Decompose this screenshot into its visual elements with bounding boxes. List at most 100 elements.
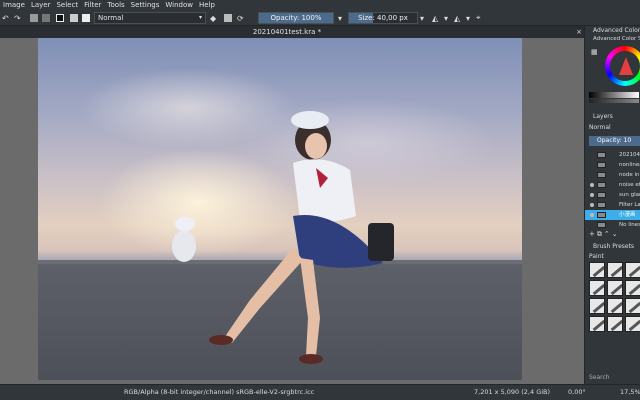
eye-icon[interactable]	[590, 193, 594, 197]
brush-preset-icon[interactable]	[82, 12, 90, 24]
blend-mode-select[interactable]: Normal ▾	[94, 12, 206, 24]
mirror-chevron-icon[interactable]: ▾	[444, 12, 448, 24]
layer-name: nonlinear	[619, 162, 640, 168]
redo-icon[interactable]: ↷	[14, 12, 21, 24]
opacity-chevron-icon[interactable]: ▾	[338, 12, 342, 24]
add-layer-icon[interactable]: +	[589, 230, 597, 238]
brush-preset[interactable]	[625, 280, 640, 296]
eraser-icon[interactable]: ◆	[210, 12, 216, 24]
layer-row-active[interactable]: 小漫画	[585, 210, 640, 220]
layers-panel: Layers Normal Opacity: 10 20210401 nonli…	[585, 112, 640, 242]
shoe-right	[299, 354, 323, 364]
brush-preset[interactable]	[607, 280, 623, 296]
color-space-info: RGB/Alpha (8-bit integer/channel) sRGB-e…	[124, 388, 315, 396]
layer-thumbnail	[597, 172, 606, 178]
artwork-canvas[interactable]	[38, 38, 522, 380]
menu-layer[interactable]: Layer	[28, 0, 54, 10]
layer-row[interactable]: 20210401	[585, 150, 640, 160]
girl-leg-right	[300, 258, 320, 356]
zoom-level[interactable]: 17,5%	[620, 385, 640, 400]
brush-preset[interactable]	[589, 298, 605, 314]
document-tab[interactable]: 20210401test.kra *	[0, 26, 574, 38]
brush-preset[interactable]	[607, 262, 623, 278]
move-up-icon[interactable]: ⌃	[604, 230, 612, 238]
layer-name: 小漫画	[619, 212, 636, 218]
canvas-area[interactable]	[0, 38, 584, 384]
shoe-left	[209, 335, 233, 345]
color-swap-icon[interactable]	[56, 12, 64, 24]
layers-panel-title: Layers	[593, 113, 613, 120]
mirror-vertical-icon[interactable]: ◭	[454, 12, 460, 24]
brush-grid	[589, 262, 640, 332]
menu-help[interactable]: Help	[196, 0, 218, 10]
color-wheel[interactable]	[605, 46, 640, 86]
layer-opacity-slider[interactable]: Opacity: 10	[589, 136, 640, 146]
girl-illustration	[172, 111, 394, 364]
layer-row[interactable]: sun glare	[585, 190, 640, 200]
brush-preset[interactable]	[625, 316, 640, 332]
layer-name: Filter Lay	[619, 202, 640, 208]
menu-tools[interactable]: Tools	[104, 0, 127, 10]
move-down-icon[interactable]: ⌄	[612, 230, 620, 238]
layer-row[interactable]: No lines	[585, 220, 640, 230]
brush-preset[interactable]	[589, 262, 605, 278]
brush-tag-select[interactable]: Paint	[589, 253, 604, 260]
gradient-swatch-icon[interactable]	[30, 12, 38, 24]
dog-hat	[175, 217, 195, 231]
eye-icon[interactable]	[590, 213, 594, 217]
layer-row[interactable]: noise eff	[585, 180, 640, 190]
layer-row[interactable]: nonlinear	[585, 160, 640, 170]
layer-name: sun glare	[619, 192, 640, 198]
reset-icon[interactable]: ⟳	[237, 12, 244, 24]
rotation-value[interactable]: 0,00°	[568, 385, 586, 400]
layer-thumbnail	[597, 162, 606, 168]
layer-thumbnail	[597, 222, 606, 228]
layer-thumbnail	[597, 152, 606, 158]
layer-row[interactable]: Filter Lay	[585, 200, 640, 210]
layer-toolbar: +⧉⌃⌄	[589, 230, 620, 239]
mirror-vertical-chevron-icon[interactable]: ▾	[466, 12, 470, 24]
tool-options-bar: ↶ ↷ Normal ▾ ◆ ⟳ Opacity: 100% ▾ Size: 4…	[0, 10, 640, 26]
undo-icon[interactable]: ↶	[2, 12, 9, 24]
brush-settings-icon[interactable]	[70, 12, 78, 24]
size-slider[interactable]: Size: 40,00 px	[348, 12, 418, 24]
wrap-around-icon[interactable]: ⌖	[476, 12, 481, 24]
menu-filter[interactable]: Filter	[81, 0, 104, 10]
copy-layer-icon[interactable]: ⧉	[597, 230, 604, 238]
image-dimensions: 7,201 x 5,090 (2,4 GiB)	[474, 388, 551, 396]
brush-preset[interactable]	[607, 298, 623, 314]
menu-select[interactable]: Select	[53, 0, 81, 10]
menu-settings[interactable]: Settings	[128, 0, 163, 10]
color-triangle[interactable]	[619, 57, 633, 75]
pattern-swatch-icon[interactable]	[42, 12, 50, 24]
size-chevron-icon[interactable]: ▾	[420, 12, 424, 24]
dog-body	[172, 230, 196, 262]
layer-thumbnail	[597, 212, 606, 218]
layer-thumbnail	[597, 192, 606, 198]
brush-preset[interactable]	[607, 316, 623, 332]
eye-icon[interactable]	[590, 203, 594, 207]
color-wheel-center	[610, 51, 640, 81]
mirror-horizontal-icon[interactable]: ◭	[432, 12, 438, 24]
document-tab-bar: 20210401test.kra * ×	[0, 26, 584, 38]
brush-preset[interactable]	[589, 280, 605, 296]
preserve-alpha-icon[interactable]	[224, 12, 232, 24]
color-settings-icon[interactable]: ▦	[591, 48, 598, 56]
opacity-slider[interactable]: Opacity: 100%	[258, 12, 334, 24]
menu-image[interactable]: Image	[0, 0, 28, 10]
brush-preset[interactable]	[589, 316, 605, 332]
brush-preset[interactable]	[625, 262, 640, 278]
gray-scale-bar[interactable]	[589, 92, 639, 98]
menu-window[interactable]: Window	[162, 0, 196, 10]
sailor-hat	[291, 111, 329, 129]
eye-icon[interactable]	[590, 183, 594, 187]
layer-row[interactable]: node in p	[585, 170, 640, 180]
layer-name: 20210401	[619, 152, 640, 158]
brush-preset[interactable]	[625, 298, 640, 314]
school-bag	[368, 223, 394, 261]
brush-search-input[interactable]: Search	[589, 374, 610, 381]
shade-bar[interactable]	[589, 99, 639, 103]
layer-name: node in p	[619, 172, 640, 178]
close-icon[interactable]: ×	[576, 26, 582, 38]
layer-blend-mode[interactable]: Normal	[589, 124, 611, 131]
